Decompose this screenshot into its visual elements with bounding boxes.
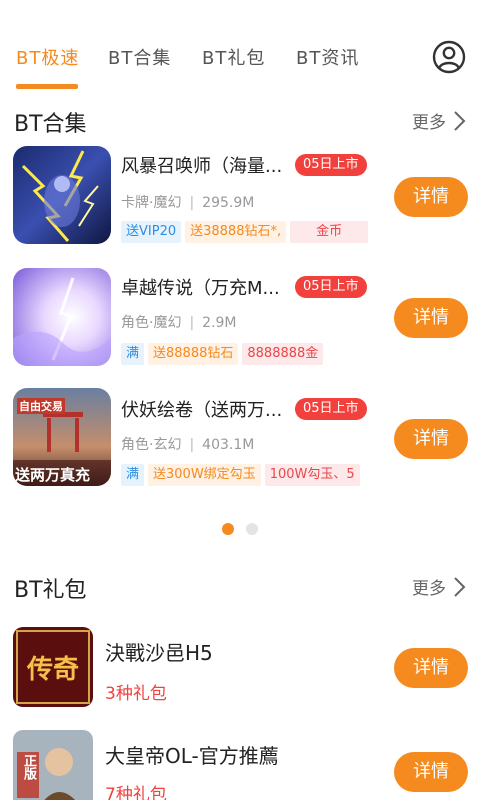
- game-name: 卓越传说（万充M...: [121, 278, 280, 299]
- more-label: 更多: [412, 579, 446, 599]
- game-tags: 满 送300W绑定勾玉 100W勾玉、5: [121, 464, 360, 486]
- tag: 送38888钻石*,: [185, 221, 287, 243]
- game-tags: 送VIP20 送38888钻石*, 金币: [121, 221, 369, 243]
- tab-bt-news[interactable]: BT资讯: [296, 44, 359, 70]
- game-meta: 角色·玄幻 | 403.1M: [121, 437, 255, 453]
- tag: 送VIP20: [121, 221, 182, 243]
- gift-count: 7种礼包: [105, 785, 167, 800]
- thumb-caption: 正版: [21, 754, 36, 780]
- game-thumbnail: 自由交易 送两万真充: [13, 388, 111, 486]
- pager-dot-active[interactable]: [222, 523, 234, 535]
- game-size: 295.9M: [202, 195, 255, 211]
- tab-bt-gift[interactable]: BT礼包: [202, 44, 265, 70]
- detail-button[interactable]: 详情: [394, 752, 468, 792]
- active-tab-indicator: [16, 84, 78, 89]
- tag: 送300W绑定勾玉: [148, 464, 261, 486]
- tab-bt-speed[interactable]: BT极速: [16, 44, 79, 70]
- game-thumbnail: [13, 268, 111, 366]
- tag: 金币: [290, 221, 369, 243]
- release-date-badge: 05日上市: [295, 276, 367, 298]
- game-size: 403.1M: [202, 437, 255, 453]
- gift-thumbnail: 正版: [13, 730, 93, 800]
- game-name: 伏妖绘卷（送两万...: [121, 400, 283, 421]
- collection-more-link[interactable]: 更多: [412, 108, 466, 133]
- tag: 满: [121, 343, 145, 365]
- user-circle-icon[interactable]: [432, 40, 466, 74]
- game-tags: 满 送88888钻石 8888888金: [121, 343, 324, 365]
- thumb-caption: 自由交易: [17, 398, 65, 414]
- gift-count: 3种礼包: [105, 684, 167, 704]
- pager-dot[interactable]: [246, 523, 258, 535]
- tag: 满: [121, 464, 145, 486]
- release-date-badge: 05日上市: [295, 398, 367, 420]
- chevron-right-icon: [454, 110, 466, 131]
- release-date-badge: 05日上市: [295, 154, 367, 176]
- gift-game-name: 大皇帝OL-官方推薦: [105, 744, 279, 768]
- gift-game-name: 決戰沙邑H5: [105, 641, 213, 665]
- game-meta: 角色·魔幻 | 2.9M: [121, 315, 237, 331]
- game-category: 卡牌·魔幻: [121, 195, 182, 211]
- tag: 8888888金: [242, 343, 324, 365]
- game-thumbnail: [13, 146, 111, 244]
- tab-bt-collection[interactable]: BT合集: [108, 44, 171, 70]
- game-category: 角色·玄幻: [121, 437, 182, 453]
- gifts-more-link[interactable]: 更多: [412, 574, 466, 599]
- game-name: 风暴召唤师（海量...: [121, 156, 283, 177]
- thumb-caption: 传奇: [27, 655, 80, 685]
- game-size: 2.9M: [202, 315, 237, 331]
- thumb-caption: 送两万真充: [15, 466, 91, 484]
- tag: 送88888钻石: [148, 343, 239, 365]
- detail-button[interactable]: 详情: [394, 177, 468, 217]
- detail-button[interactable]: 详情: [394, 298, 468, 338]
- section-title-gifts: BT礼包: [14, 578, 87, 603]
- game-category: 角色·魔幻: [121, 315, 182, 331]
- detail-button[interactable]: 详情: [394, 648, 468, 688]
- more-label: 更多: [412, 113, 446, 133]
- chevron-right-icon: [454, 576, 466, 597]
- tag: 100W勾玉、5: [264, 464, 360, 486]
- gift-thumbnail: 传奇: [13, 627, 93, 707]
- game-meta: 卡牌·魔幻 | 295.9M: [121, 195, 255, 211]
- top-tab-bar: BT极速 BT合集 BT礼包 BT资讯: [0, 0, 480, 96]
- section-title-collection: BT合集: [14, 112, 87, 137]
- detail-button[interactable]: 详情: [394, 419, 468, 459]
